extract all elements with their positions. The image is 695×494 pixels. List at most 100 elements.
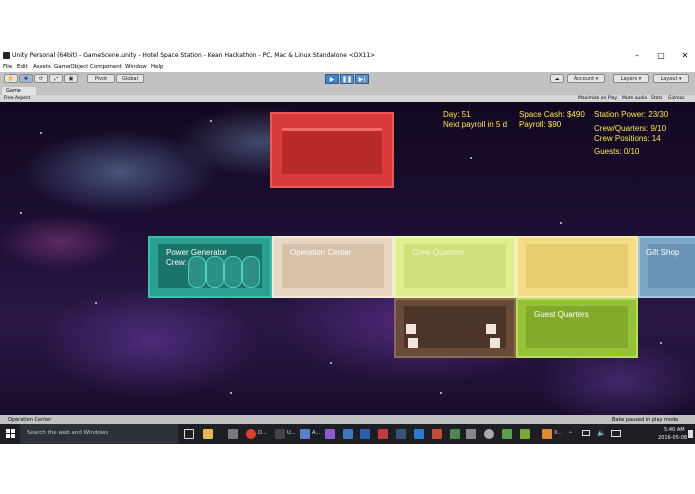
room-gift-shop[interactable]: Gift Shop [638,236,695,298]
app-icon[interactable] [450,429,460,439]
pivot-toggle[interactable]: Pivot [87,74,115,83]
room-yellow[interactable] [516,236,638,298]
menu-window[interactable]: Window [125,64,147,70]
steam-icon[interactable] [396,429,406,439]
unity-app-label: U... [287,430,296,436]
store-icon[interactable] [228,429,238,439]
room-guest-quarters[interactable]: Guest Quarters [516,298,638,358]
room-yellow-interior [526,244,628,288]
star [330,362,332,364]
hud-station-power: Station Power: 23/30 [594,110,669,119]
bed [406,324,416,334]
hud-day: Day: 51 [443,110,471,119]
global-label: Global [122,76,138,82]
calculator-icon[interactable] [466,429,476,439]
account-dropdown[interactable]: Account ▾ [567,74,605,83]
room-operation-center[interactable]: Operation Center [272,236,394,298]
room-crew-quarters[interactable]: Crew Quarters [394,236,516,298]
search-box[interactable]: Search the web and Windows [20,424,178,444]
maximize-on-play-toggle[interactable]: Maximize on Play [578,96,617,101]
app-icon[interactable] [343,429,353,439]
app-icon[interactable] [502,429,512,439]
menu-edit[interactable]: Edit [17,64,28,70]
star [40,132,42,134]
task-view-icon[interactable] [184,429,194,439]
app-icon[interactable] [432,429,442,439]
guest-quarters-label: Guest Quarters [534,310,589,319]
game-tab-bar: Game [0,86,695,95]
visual-studio-icon[interactable] [325,429,335,439]
menu-component[interactable]: Component [90,64,122,70]
app-label: A... [312,430,321,436]
rect-tool-icon[interactable]: ▣ [64,74,78,83]
bed [486,324,496,334]
play-button[interactable]: ▶ [325,74,339,84]
hud-payroll-due: Next payroll in 5 d [443,120,508,129]
generator-cylinders [188,256,260,288]
room-power-generator[interactable]: Power Generator Crew: 0 [148,236,272,298]
move-tool-icon[interactable]: ✥ [19,74,33,83]
star [210,120,212,122]
pause-button[interactable]: ❚❚ [340,74,354,84]
hud-space-cash: Space Cash: $490 [519,110,585,119]
hand-tool-icon[interactable]: ✋ [4,74,18,83]
aspect-dropdown[interactable]: Free Aspect [4,96,30,101]
scale-tool-icon[interactable]: ⤢ [49,74,63,83]
search-placeholder: Search the web and Windows [27,430,109,436]
app-icon[interactable] [378,429,388,439]
menu-file[interactable]: File [3,64,12,70]
layers-dropdown[interactable]: Layers ▾ [613,74,649,83]
star [560,222,562,224]
app-icon[interactable] [520,429,530,439]
layout-dropdown[interactable]: Layout ▾ [653,74,689,83]
game-tab[interactable]: Game [2,87,36,95]
cylinder [224,256,242,288]
app-icon[interactable] [360,429,370,439]
step-button[interactable]: ▶| [355,74,369,84]
app-icon[interactable] [300,429,310,439]
room-brown[interactable] [394,298,516,358]
rotate-tool-icon[interactable]: ⟳ [34,74,48,83]
app-label: X... [554,430,563,436]
bed [408,338,418,348]
pivot-label: Pivot [94,76,108,82]
volume-icon[interactable]: 🔈 [597,429,606,437]
menu-gameobject[interactable]: GameObject [54,64,88,70]
notification-icon[interactable] [688,430,693,438]
unity-app-icon[interactable] [275,429,285,439]
menu-help[interactable]: Help [151,64,164,70]
minimize-button[interactable]: – [627,51,647,61]
gizmos-toggle[interactable]: Gizmos [668,96,685,101]
clock-date[interactable]: 2016-05-08 [658,435,687,441]
maximize-button[interactable]: □ [651,51,671,61]
windows-start-icon[interactable] [6,429,16,439]
global-toggle[interactable]: Global [116,74,144,83]
chrome-icon[interactable] [246,429,256,439]
mute-audio-toggle[interactable]: Mute audio [622,96,647,101]
settings-icon[interactable] [484,429,494,439]
keyboard-icon[interactable] [611,430,621,437]
status-selection: Operation Center [8,417,52,423]
unity-logo-icon [3,52,10,59]
window-title-bar: Unity Personal (64bit) - GameScene.unity… [0,49,695,63]
clock-time[interactable]: 5:40 AM [664,427,685,433]
star [95,302,97,304]
account-label: Account [573,76,595,82]
game-viewport[interactable]: Day: 51 Next payroll in 5 d Space Cash: … [0,102,695,415]
app-icon[interactable] [542,429,552,439]
crew-quarters-label: Crew Quarters [412,248,465,257]
cloud-icon[interactable]: ☁ [550,74,564,83]
star [440,392,442,394]
file-explorer-icon[interactable] [203,429,213,439]
app-icon[interactable] [414,429,424,439]
chevron-up-icon[interactable]: ⌃ [568,431,573,438]
room-red[interactable] [270,112,394,188]
menu-assets[interactable]: Assets [33,64,51,70]
menu-bar: File Edit Assets GameObject Component Wi… [0,63,695,72]
stats-toggle[interactable]: Stats [651,96,663,101]
network-icon[interactable] [582,430,590,436]
hud-guests: Guests: 0/10 [594,147,640,156]
bed [490,338,500,348]
gift-shop-label: Gift Shop [646,248,680,257]
close-button[interactable]: ✕ [675,51,695,61]
